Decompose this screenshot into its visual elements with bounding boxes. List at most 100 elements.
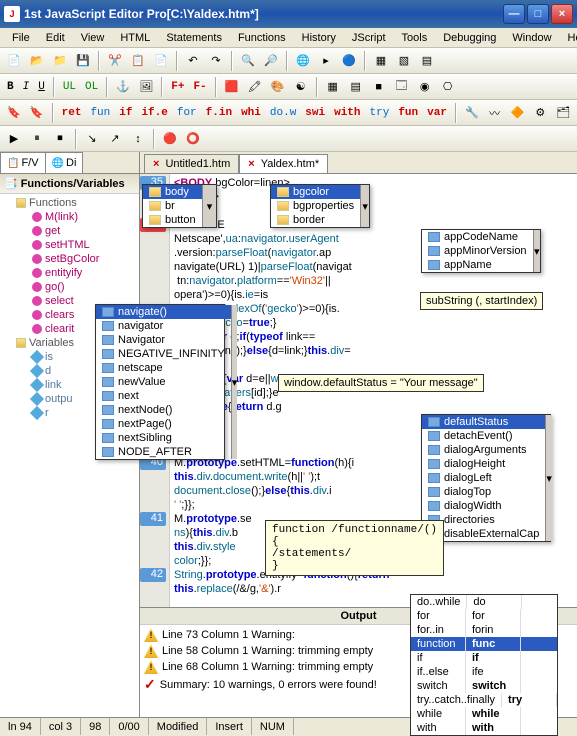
- popup-item[interactable]: NODE_AFTER: [96, 445, 231, 459]
- popup-item[interactable]: navigator: [96, 319, 231, 333]
- menu-statements[interactable]: Statements: [158, 30, 230, 46]
- stmt-fun[interactable]: fun: [395, 105, 421, 121]
- italic-button[interactable]: I: [20, 79, 33, 95]
- snippet-item[interactable]: whilewhile: [411, 707, 557, 721]
- popup-item[interactable]: appMinorVersion: [422, 244, 533, 258]
- menu-edit[interactable]: Edit: [38, 30, 73, 46]
- file-tab[interactable]: ×Untitled1.htm: [144, 154, 239, 173]
- underline-button[interactable]: U: [35, 79, 48, 95]
- tool-icon[interactable]: 〰: [485, 103, 505, 123]
- close-tab-icon[interactable]: ×: [153, 158, 159, 170]
- d1-icon[interactable]: ▦: [323, 77, 343, 97]
- snippet-item[interactable]: functionfunc: [411, 637, 557, 651]
- tree-go[interactable]: go(): [2, 280, 137, 294]
- popup-item[interactable]: dialogLeft: [422, 471, 545, 485]
- gutter-line[interactable]: 41: [140, 512, 166, 526]
- gutter-line[interactable]: [140, 498, 166, 512]
- popup-item[interactable]: button: [143, 213, 202, 227]
- gutter-line[interactable]: [140, 246, 166, 260]
- preview-icon[interactable]: ▸: [316, 51, 336, 71]
- menu-tools[interactable]: Tools: [394, 30, 436, 46]
- ul-button[interactable]: UL: [60, 79, 79, 95]
- gutter-line[interactable]: [140, 554, 166, 568]
- popup-item[interactable]: appName: [422, 258, 533, 272]
- snippet-item[interactable]: try..catch..finallytry: [411, 693, 557, 707]
- stmt-with[interactable]: with: [331, 105, 363, 121]
- tree-get[interactable]: get: [2, 224, 137, 238]
- code-line[interactable]: <BODY bgColor=linen>: [174, 176, 573, 190]
- new-icon[interactable]: 📄: [4, 51, 24, 71]
- stmt-var[interactable]: var: [424, 105, 450, 121]
- debug2-icon[interactable]: ⏸: [27, 129, 47, 149]
- debug6-icon[interactable]: ↕: [128, 129, 148, 149]
- popup-item[interactable]: detachEvent(): [422, 429, 545, 443]
- tree-mlink[interactable]: M(link): [2, 210, 137, 224]
- popup-item[interactable]: br: [143, 199, 202, 213]
- menu-view[interactable]: View: [73, 30, 113, 46]
- find2-icon[interactable]: 🔎: [261, 51, 281, 71]
- d5-icon[interactable]: ◉: [415, 77, 435, 97]
- tree-setbgcolor[interactable]: setBgColor: [2, 252, 137, 266]
- gutter-line[interactable]: [140, 484, 166, 498]
- open2-icon[interactable]: 📁: [50, 51, 70, 71]
- gutter-line[interactable]: [140, 232, 166, 246]
- d6-icon[interactable]: ⎔: [438, 77, 458, 97]
- stmt-fun[interactable]: fun: [87, 105, 113, 121]
- tool-icon[interactable]: 🔧: [462, 103, 482, 123]
- snippet-item[interactable]: switchswitch: [411, 679, 557, 693]
- snippet-item[interactable]: withwith: [411, 721, 557, 735]
- popup-item[interactable]: newValue: [96, 375, 231, 389]
- stmt-ret[interactable]: ret: [59, 105, 85, 121]
- tree-icon[interactable]: ▤: [417, 51, 437, 71]
- bm-icon[interactable]: 🔖: [4, 103, 24, 123]
- out-icon[interactable]: ▧: [394, 51, 414, 71]
- open-icon[interactable]: 📂: [27, 51, 47, 71]
- run-icon[interactable]: 🌐: [293, 51, 313, 71]
- stmt-whi[interactable]: whi: [238, 105, 264, 121]
- dropdown-icon[interactable]: ▾: [360, 185, 369, 227]
- paste-icon[interactable]: 📄: [151, 51, 171, 71]
- gutter-line[interactable]: [140, 470, 166, 484]
- palette-icon[interactable]: 🎨: [268, 77, 288, 97]
- stmt-ife[interactable]: if.e: [138, 105, 170, 121]
- fontplus-button[interactable]: F+: [168, 79, 187, 95]
- snippet-item[interactable]: if..elseife: [411, 665, 557, 679]
- file-tab[interactable]: ×Yaldex.htm*: [239, 154, 328, 173]
- menu-history[interactable]: History: [294, 30, 344, 46]
- gutter-line[interactable]: [140, 526, 166, 540]
- tree-entityify[interactable]: entityify: [2, 266, 137, 280]
- image-icon[interactable]: 🖼: [136, 77, 156, 97]
- cut-icon[interactable]: ✂️: [105, 51, 125, 71]
- snippet-item[interactable]: for..inforin: [411, 623, 557, 637]
- minimize-button[interactable]: —: [503, 4, 525, 24]
- c2-icon[interactable]: 🖍: [245, 77, 265, 97]
- tool-icon[interactable]: 🔶: [508, 103, 528, 123]
- dropdown-icon[interactable]: ▾: [202, 185, 216, 227]
- snippet-item[interactable]: ifif: [411, 651, 557, 665]
- gutter-line[interactable]: 42: [140, 568, 166, 582]
- d4-icon[interactable]: 🗔: [392, 77, 412, 97]
- menu-jscript[interactable]: JScript: [344, 30, 394, 46]
- browser-icon[interactable]: 🔵: [339, 51, 359, 71]
- fontminus-button[interactable]: F-: [190, 79, 209, 95]
- debug5-icon[interactable]: ↗: [105, 129, 125, 149]
- menu-file[interactable]: File: [4, 30, 38, 46]
- menu-help[interactable]: Help: [560, 30, 577, 46]
- tree-functions[interactable]: Functions: [2, 196, 137, 210]
- popup-item[interactable]: body: [143, 185, 202, 199]
- menu-window[interactable]: Window: [504, 30, 559, 46]
- popup-item[interactable]: dialogTop: [422, 485, 545, 499]
- bm-icon[interactable]: 🔖: [27, 103, 47, 123]
- popup-item[interactable]: border: [271, 213, 360, 227]
- anchor-icon[interactable]: ⚓: [113, 77, 133, 97]
- dropdown-icon[interactable]: ▾: [533, 230, 540, 272]
- code-line[interactable]: IPT>: [174, 190, 573, 204]
- tree-sethtml[interactable]: setHTML: [2, 238, 137, 252]
- close-tab-icon[interactable]: ×: [248, 158, 254, 170]
- popup-item[interactable]: navigate(): [96, 305, 231, 319]
- panel-icon[interactable]: ▦: [371, 51, 391, 71]
- panel-tab-di[interactable]: 🌐 Di: [45, 152, 84, 173]
- gutter-line[interactable]: [140, 540, 166, 554]
- dropdown-icon[interactable]: ▾: [231, 305, 238, 459]
- dropdown-icon[interactable]: ▾: [545, 415, 552, 541]
